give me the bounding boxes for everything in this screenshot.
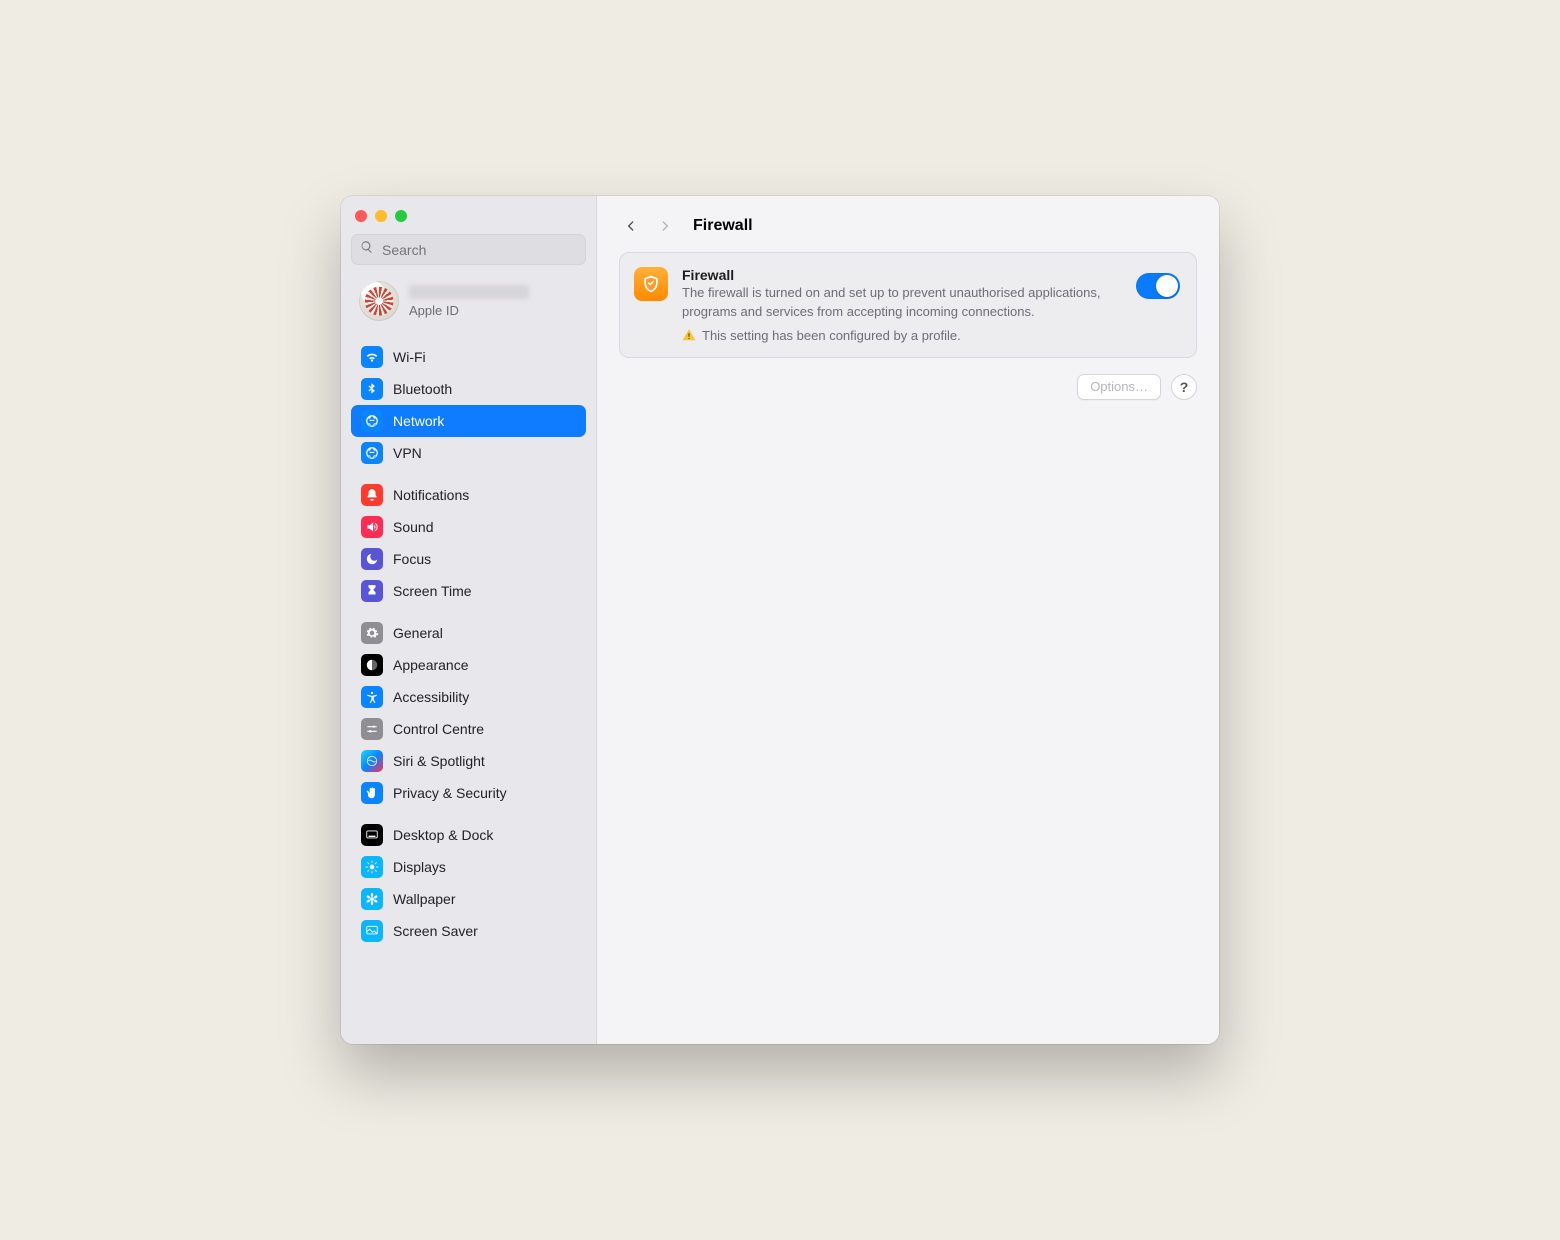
- sidebar-item-network[interactable]: Network: [351, 405, 586, 437]
- sidebar-item-label: VPN: [393, 445, 422, 461]
- sidebar-item-label: Privacy & Security: [393, 785, 507, 801]
- account-name-blurred: [409, 285, 529, 299]
- sidebar-item-label: Screen Time: [393, 583, 472, 599]
- sidebar-item-screen-saver[interactable]: Screen Saver: [351, 915, 586, 947]
- sidebar-item-desktop-dock[interactable]: Desktop & Dock: [351, 819, 586, 851]
- help-button[interactable]: ?: [1171, 374, 1197, 400]
- sidebar-item-label: Wallpaper: [393, 891, 456, 907]
- sidebar-item-privacy-security[interactable]: Privacy & Security: [351, 777, 586, 809]
- firewall-card-title: Firewall: [682, 267, 1110, 283]
- back-button[interactable]: [619, 214, 643, 238]
- sidebar-item-screen-time[interactable]: Screen Time: [351, 575, 586, 607]
- options-button[interactable]: Options…: [1077, 374, 1161, 400]
- page-title: Firewall: [693, 217, 753, 235]
- sidebar-item-label: Desktop & Dock: [393, 827, 493, 843]
- sidebar-item-siri-spotlight[interactable]: Siri & Spotlight: [351, 745, 586, 777]
- sidebar-item-focus[interactable]: Focus: [351, 543, 586, 575]
- sidebar-item-label: Siri & Spotlight: [393, 753, 485, 769]
- window-close-button[interactable]: [355, 210, 367, 222]
- sidebar-item-wi-fi[interactable]: Wi-Fi: [351, 341, 586, 373]
- search-icon: [360, 240, 374, 259]
- window-minimize-button[interactable]: [375, 210, 387, 222]
- dock-icon: [361, 824, 383, 846]
- sidebar-item-label: Control Centre: [393, 721, 484, 737]
- sidebar-item-label: Bluetooth: [393, 381, 452, 397]
- firewall-toggle[interactable]: [1136, 273, 1180, 299]
- moon-icon: [361, 548, 383, 570]
- sidebar-item-label: General: [393, 625, 443, 641]
- hand-icon: [361, 782, 383, 804]
- toolbar: Firewall: [597, 196, 1219, 252]
- sidebar-item-accessibility[interactable]: Accessibility: [351, 681, 586, 713]
- sun-icon: [361, 856, 383, 878]
- sidebar-item-sound[interactable]: Sound: [351, 511, 586, 543]
- sidebar-item-bluetooth[interactable]: Bluetooth: [351, 373, 586, 405]
- bell-icon: [361, 484, 383, 506]
- sidebar-item-label: Displays: [393, 859, 446, 875]
- speaker-icon: [361, 516, 383, 538]
- hourglass-icon: [361, 580, 383, 602]
- window-zoom-button[interactable]: [395, 210, 407, 222]
- wifi-icon: [361, 346, 383, 368]
- accessibility-icon: [361, 686, 383, 708]
- sidebar-item-label: Screen Saver: [393, 923, 478, 939]
- sidebar-item-label: Accessibility: [393, 689, 469, 705]
- sidebar-scroll[interactable]: Wi-Fi Bluetooth Network VPN Notifications Sou…: [341, 331, 596, 1044]
- globe-icon: [361, 442, 383, 464]
- sidebar-item-displays[interactable]: Displays: [351, 851, 586, 883]
- sidebar: Apple ID Wi-Fi Bluetooth Network VPN Notific…: [341, 196, 597, 1044]
- sidebar-item-vpn[interactable]: VPN: [351, 437, 586, 469]
- search-input[interactable]: [380, 241, 577, 259]
- firewall-card-description: The firewall is turned on and set up to …: [682, 284, 1110, 322]
- forward-button[interactable]: [653, 214, 677, 238]
- search-field[interactable]: [351, 234, 586, 265]
- sidebar-item-apple-id[interactable]: Apple ID: [341, 275, 596, 331]
- firewall-profile-note: This setting has been configured by a pr…: [702, 328, 961, 343]
- siri-icon: [361, 750, 383, 772]
- warning-icon: [682, 328, 696, 342]
- sidebar-item-control-centre[interactable]: Control Centre: [351, 713, 586, 745]
- content-area: Firewall Firewall The firewall is turned…: [597, 196, 1219, 1044]
- appearance-icon: [361, 654, 383, 676]
- avatar: [359, 281, 399, 321]
- globe-icon: [361, 410, 383, 432]
- flower-icon: [361, 888, 383, 910]
- system-settings-window: Apple ID Wi-Fi Bluetooth Network VPN Notific…: [341, 196, 1219, 1044]
- sidebar-item-appearance[interactable]: Appearance: [351, 649, 586, 681]
- sidebar-item-general[interactable]: General: [351, 617, 586, 649]
- screensaver-icon: [361, 920, 383, 942]
- sidebar-item-label: Wi-Fi: [393, 349, 426, 365]
- sidebar-item-label: Network: [393, 413, 444, 429]
- gear-icon: [361, 622, 383, 644]
- sidebar-item-wallpaper[interactable]: Wallpaper: [351, 883, 586, 915]
- traffic-lights: [341, 196, 596, 230]
- sliders-icon: [361, 718, 383, 740]
- sidebar-item-label: Focus: [393, 551, 431, 567]
- bluetooth-icon: [361, 378, 383, 400]
- sidebar-item-label: Sound: [393, 519, 433, 535]
- account-subtitle: Apple ID: [409, 303, 529, 318]
- sidebar-item-notifications[interactable]: Notifications: [351, 479, 586, 511]
- sidebar-item-label: Notifications: [393, 487, 469, 503]
- firewall-icon: [634, 267, 668, 301]
- sidebar-item-label: Appearance: [393, 657, 469, 673]
- firewall-card: Firewall The firewall is turned on and s…: [619, 252, 1197, 358]
